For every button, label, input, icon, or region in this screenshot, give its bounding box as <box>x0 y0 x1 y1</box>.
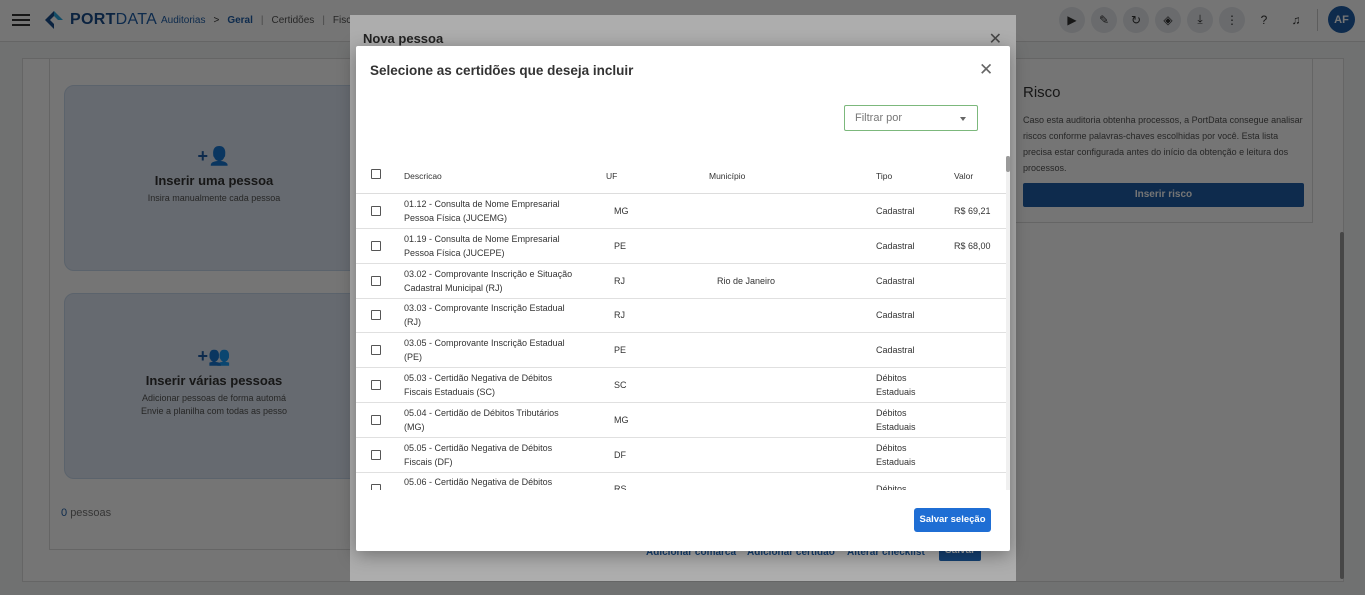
row-checkbox[interactable] <box>371 484 381 490</box>
row-descricao: 03.03 - Comprovante Inscrição Estadual (R… <box>404 303 565 328</box>
row-tipo: Débitos <box>876 484 907 490</box>
certidoes-table: Descricao UF Município Tipo Valor 01.12 … <box>356 156 1006 490</box>
row-checkbox[interactable] <box>371 275 381 286</box>
row-checkbox[interactable] <box>371 240 381 251</box>
row-descricao: 01.12 - Consulta de Nome Empresarial Pess… <box>404 199 560 223</box>
table-row[interactable]: 01.19 - Consulta de Nome Empresarial Pess… <box>356 229 1006 264</box>
row-uf: RJ <box>614 310 625 321</box>
row-checkbox[interactable] <box>371 345 381 356</box>
row-uf: RJ <box>614 275 625 286</box>
row-tipo: Cadastral <box>876 345 915 356</box>
dialog-title: Selecione as certidões que deseja inclui… <box>370 63 634 78</box>
header-tipo[interactable]: Tipo <box>876 171 892 181</box>
row-valor: R$ 68,00 <box>954 240 991 251</box>
row-uf: RS <box>614 484 627 490</box>
close-icon[interactable]: ✕ <box>979 61 993 78</box>
row-tipo: Cadastral <box>876 275 915 286</box>
row-checkbox[interactable] <box>371 206 381 216</box>
row-descricao: 05.06 - Certidão Negativa de Débitos <box>404 477 553 488</box>
header-valor[interactable]: Valor <box>954 171 973 181</box>
row-uf: MG <box>614 414 629 425</box>
chevron-down-icon <box>960 117 966 121</box>
row-uf: PE <box>614 345 627 356</box>
row-checkbox[interactable] <box>371 380 381 390</box>
row-descricao: 05.05 - Certidão Negativa de Débitos Fisc… <box>404 442 553 467</box>
table-row[interactable]: 05.03 - Certidão Negativa de Débitos Fisc… <box>356 368 1006 403</box>
table-scrollbar-thumb[interactable] <box>1006 156 1010 172</box>
row-uf: MG <box>614 206 629 216</box>
row-descricao: 03.02 - Comprovante Inscrição e Situação… <box>404 268 573 293</box>
row-valor: R$ 69,21 <box>954 206 991 216</box>
row-tipo: Cadastral <box>876 206 915 216</box>
header-uf[interactable]: UF <box>606 171 617 181</box>
select-certidoes-dialog: Selecione as certidões que deseja inclui… <box>356 46 1010 551</box>
row-uf: SC <box>614 380 627 390</box>
table-row[interactable]: 01.12 - Consulta de Nome Empresarial Pess… <box>356 194 1006 229</box>
row-municipio: Rio de Janeiro <box>717 275 776 286</box>
row-uf: DF <box>614 449 626 460</box>
table-row[interactable]: 03.02 - Comprovante Inscrição e Situação… <box>356 264 1006 299</box>
row-checkbox[interactable] <box>371 310 381 321</box>
row-tipo: Débitos Estaduais <box>876 373 916 397</box>
table-row[interactable]: 05.05 - Certidão Negativa de Débitos Fisc… <box>356 438 1006 473</box>
select-all-checkbox[interactable] <box>371 169 381 179</box>
row-tipo: Débitos Estaduais <box>876 407 916 432</box>
filter-select[interactable]: Filtrar por <box>844 105 978 131</box>
row-tipo: Cadastral <box>876 310 915 321</box>
row-checkbox[interactable] <box>371 414 381 425</box>
table-header: Descricao UF Município Tipo Valor <box>356 156 1006 194</box>
table-row[interactable]: 03.03 - Comprovante Inscrição Estadual (R… <box>356 298 1006 334</box>
save-selection-button[interactable]: Salvar seleção <box>914 508 991 532</box>
row-tipo: Débitos Estaduais <box>876 442 916 467</box>
filter-placeholder: Filtrar por <box>855 112 903 124</box>
table-scrollbar-track[interactable] <box>1006 156 1010 490</box>
row-descricao: 01.19 - Consulta de Nome Empresarial Pess… <box>404 233 560 258</box>
table-row[interactable]: 05.06 - Certidão Negativa de Débitos RS Dé… <box>356 472 1006 490</box>
row-descricao: 03.05 - Comprovante Inscrição Estadual (P… <box>404 338 565 363</box>
header-municipio[interactable]: Município <box>709 171 745 181</box>
row-tipo: Cadastral <box>876 240 915 251</box>
row-checkbox[interactable] <box>371 449 381 460</box>
header-descricao[interactable]: Descricao <box>404 171 442 181</box>
row-descricao: 05.04 - Certidão de Débitos Tributários(… <box>404 407 559 432</box>
table-row[interactable]: 05.04 - Certidão de Débitos Tributários(… <box>356 403 1006 438</box>
row-descricao: 05.03 - Certidão Negativa de Débitos Fisc… <box>404 373 553 397</box>
row-uf: PE <box>614 240 627 251</box>
table-row[interactable]: 03.05 - Comprovante Inscrição Estadual (P… <box>356 333 1006 369</box>
